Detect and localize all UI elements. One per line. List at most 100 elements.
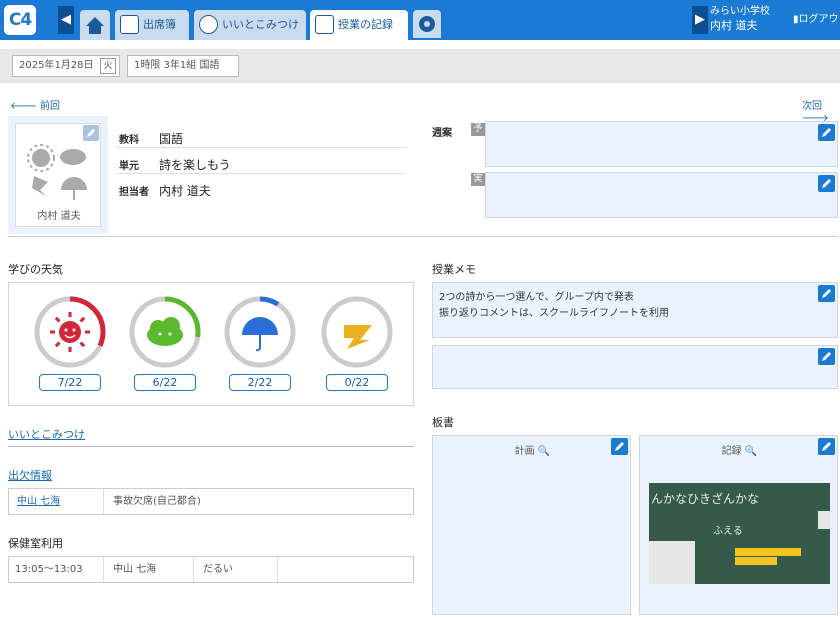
pencil-icon <box>822 289 831 298</box>
chalk-text-1: んかなひきざんかな <box>651 492 760 506</box>
nav-left-arrow[interactable]: ◀ <box>58 6 74 34</box>
user-name: 内村 道夫 <box>710 19 758 32</box>
memo-line-1: 2つの詩から一つ選んで、グループ内で発表 <box>439 292 634 303</box>
top-bar: C4 ◀ 出席簿 いいとこみつけ 授業の記録 ▶ みらい小学校 内村 道夫 ▮ロ… <box>0 0 840 40</box>
weekly-plan-label: 週案 <box>432 128 452 139</box>
tab-attendance[interactable]: 出席簿 <box>115 10 189 40</box>
edit-plan-button[interactable] <box>818 124 835 141</box>
weekly-plan-box[interactable] <box>485 121 838 167</box>
yellow-blocks <box>735 548 801 556</box>
unit-label: 単元 <box>119 161 139 172</box>
teacher-label: 担当者 <box>119 187 149 198</box>
infirmary-time: 13:05～13:03 <box>15 564 83 575</box>
pencil-icon <box>822 128 831 137</box>
edit-actual-button[interactable] <box>818 175 835 192</box>
lesson-memo-box-2[interactable] <box>432 345 838 389</box>
date-selector[interactable]: 2025年1月28日 火 <box>12 55 120 77</box>
pencil-icon <box>87 129 95 137</box>
section-divider <box>8 236 838 237</box>
goodpoint-link[interactable]: いいとこみつけ <box>8 426 85 442</box>
tab-label: 授業の記録 <box>338 18 393 31</box>
edit-board-record-button[interactable] <box>818 438 835 455</box>
school-name: みらい小学校 <box>710 6 770 17</box>
weather-count[interactable]: 6/22 <box>134 374 196 391</box>
infirmary-row: 13:05～13:03 中山 七海 だるい <box>8 556 414 583</box>
period-selector[interactable]: 1時限 3年1組 国語 <box>127 55 239 77</box>
yellow-blocks <box>735 557 777 565</box>
infirmary-student: 中山 七海 <box>113 564 157 575</box>
blackboard-photo[interactable]: んかなひきざんかな ふえる <box>649 483 830 584</box>
prev-lesson-link[interactable]: 🡐 前回 <box>10 97 60 112</box>
weather-count[interactable]: 7/22 <box>39 374 101 391</box>
attendance-status: 事故欠席(自己都合) <box>113 496 201 507</box>
weather-ring-lightning[interactable] <box>320 295 394 369</box>
zoom-icon: 🔍 <box>537 446 551 457</box>
zoom-icon: 🔍 <box>744 446 758 457</box>
subject-value: 国語 <box>159 132 184 146</box>
blackboard-title: 板書 <box>432 416 454 429</box>
board-plan-label: 計画 <box>514 446 535 457</box>
board-plan-header[interactable]: 計画 🔍 <box>433 442 632 457</box>
home-icon <box>86 17 104 34</box>
divider <box>116 173 406 174</box>
weekday-badge: 火 <box>100 58 116 74</box>
memo-line-2: 振り返りコメントは、スクールライフノートを利用 <box>439 308 669 319</box>
teacher-photo-card: 内村 道夫 <box>8 116 108 234</box>
chalk-text-2: ふえる <box>713 526 743 537</box>
sun-icon <box>34 296 106 368</box>
umbrella-icon <box>224 296 296 368</box>
photo-name: 内村 道夫 <box>37 211 81 222</box>
next-label: 次回 <box>802 101 822 112</box>
divider <box>116 147 406 148</box>
next-lesson-link[interactable]: 次回 🡒 <box>802 97 840 124</box>
home-button[interactable] <box>80 10 110 40</box>
logout-button[interactable]: ▮ログアウト <box>790 0 840 40</box>
infirmary-title: 保健室利用 <box>8 537 63 550</box>
notebook-icon <box>315 15 334 34</box>
settings-button[interactable] <box>413 10 441 38</box>
weather-ring-cloud[interactable] <box>128 295 202 369</box>
poster <box>649 541 695 584</box>
lesson-memo-box[interactable]: 2つの詩から一つ選んで、グループ内で発表 振り返りコメントは、スクールライフノー… <box>432 282 838 338</box>
prev-label: 前回 <box>40 101 60 112</box>
logout-label: ログアウト <box>798 14 840 25</box>
plan-tag: 予 <box>471 123 485 136</box>
unit-value: 詩を楽しもう <box>159 158 231 172</box>
board-record-label: 記録 <box>721 446 742 457</box>
magnet-card <box>818 511 830 529</box>
board-record-panel: 記録 🔍 んかなひきざんかな ふえる <box>639 435 838 615</box>
weather-count[interactable]: 0/22 <box>326 374 388 391</box>
pencil-icon <box>822 352 831 361</box>
edit-memo2-button[interactable] <box>818 348 835 365</box>
edit-memo-button[interactable] <box>818 285 835 302</box>
flower-icon <box>199 15 218 34</box>
pencil-icon <box>822 179 831 188</box>
subject-label: 教科 <box>119 135 139 146</box>
weather-ring-umbrella[interactable] <box>223 295 297 369</box>
learning-weather-panel: 7/22 6/22 2/22 0/22 <box>8 282 414 406</box>
lesson-context-bar: 2025年1月28日 火 1時限 3年1組 国語 <box>0 49 840 83</box>
pencil-icon <box>822 442 831 451</box>
attendance-book-icon <box>120 15 139 34</box>
weather-ring-sun[interactable] <box>33 295 107 369</box>
tab-goodpoint[interactable]: いいとこみつけ <box>194 10 306 40</box>
attendance-link[interactable]: 出欠情報 <box>8 467 52 483</box>
board-record-header[interactable]: 記録 🔍 <box>640 442 839 457</box>
tab-label: いいとこみつけ <box>222 18 299 31</box>
tab-lesson-record[interactable]: 授業の記録 <box>310 10 408 40</box>
nav-right-arrow[interactable]: ▶ <box>692 6 708 34</box>
date-text: 2025年1月28日 <box>19 60 94 71</box>
gear-icon <box>419 16 435 32</box>
edit-board-plan-button[interactable] <box>611 438 628 455</box>
app-logo[interactable]: C4 <box>4 5 36 35</box>
edit-photo-button[interactable] <box>83 125 99 141</box>
weather-count[interactable]: 2/22 <box>229 374 291 391</box>
attendance-student-link[interactable]: 中山 七海 <box>17 489 60 514</box>
lesson-memo-title: 授業メモ <box>432 263 476 276</box>
attendance-row: 中山 七海 事故欠席(自己都合) <box>8 488 414 515</box>
lightning-icon <box>321 296 393 368</box>
user-info: みらい小学校 内村 道夫 <box>710 0 790 40</box>
infirmary-reason: だるい <box>203 564 233 575</box>
weekly-actual-box[interactable] <box>485 172 838 218</box>
learning-weather-title: 学びの天気 <box>8 263 63 276</box>
